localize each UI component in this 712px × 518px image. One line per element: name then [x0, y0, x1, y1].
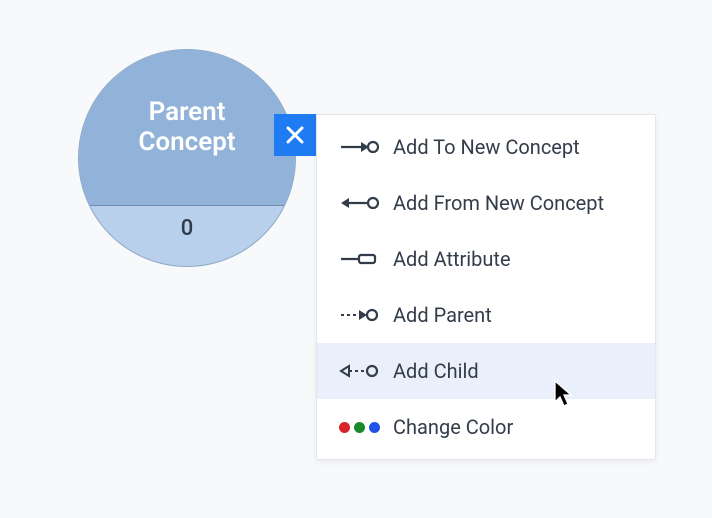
- concept-node-circle: Parent Concept 0: [78, 49, 296, 267]
- arrow-right-to-node-icon: [339, 135, 383, 159]
- close-icon: [284, 124, 306, 146]
- add-child-icon: [339, 359, 383, 383]
- close-menu-button[interactable]: [274, 114, 316, 156]
- menu-item-label: Add Child: [393, 359, 479, 383]
- menu-item-add-attribute[interactable]: Add Attribute: [317, 231, 655, 287]
- menu-item-add-to-new-concept[interactable]: Add To New Concept: [317, 119, 655, 175]
- menu-item-add-parent[interactable]: Add Parent: [317, 287, 655, 343]
- menu-item-change-color[interactable]: Change Color: [317, 399, 655, 455]
- concept-title-text: Parent Concept: [99, 98, 275, 158]
- concept-node-title: Parent Concept: [79, 50, 295, 206]
- context-menu: Add To New Concept Add From New Concept …: [316, 114, 656, 460]
- menu-item-add-from-new-concept[interactable]: Add From New Concept: [317, 175, 655, 231]
- concept-count-text: 0: [181, 216, 194, 241]
- concept-node[interactable]: Parent Concept 0: [78, 49, 296, 267]
- menu-item-label: Add To New Concept: [393, 135, 580, 159]
- add-parent-icon: [339, 303, 383, 327]
- color-dots-icon: [339, 415, 383, 439]
- attribute-icon: [339, 247, 383, 271]
- diagram-canvas[interactable]: Parent Concept 0 Add To New Conce: [0, 0, 712, 518]
- menu-item-add-child[interactable]: Add Child: [317, 343, 655, 399]
- menu-item-label: Add From New Concept: [393, 191, 604, 215]
- menu-item-label: Add Parent: [393, 303, 492, 327]
- concept-node-count: 0: [79, 206, 295, 266]
- menu-item-label: Change Color: [393, 415, 513, 439]
- menu-item-label: Add Attribute: [393, 247, 511, 271]
- arrow-left-from-node-icon: [339, 191, 383, 215]
